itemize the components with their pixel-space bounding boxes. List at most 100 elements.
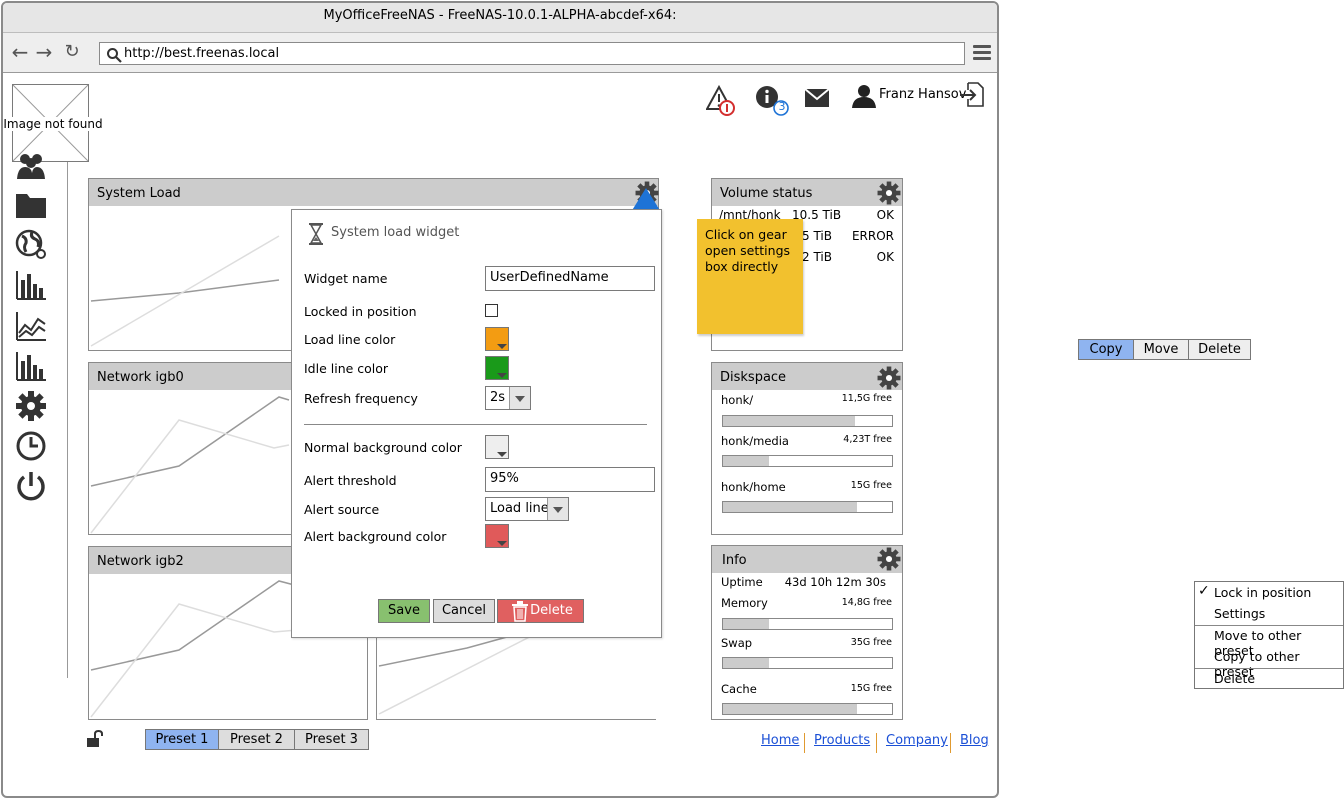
disk-usage-bar	[722, 455, 893, 467]
preset-tab-2[interactable]: Preset 2	[218, 729, 295, 750]
uptime-label: Uptime	[721, 575, 763, 589]
volume-size: 2 TiB	[802, 250, 832, 264]
footer-link-blog[interactable]: Blog	[960, 733, 989, 748]
swap-label: Swap	[721, 636, 753, 650]
stats-bar-chart-icon[interactable]	[14, 349, 48, 383]
delete-button-label: Delete	[530, 603, 573, 618]
cache-usage-bar	[722, 703, 893, 715]
diskspace-title: Diskspace	[712, 363, 902, 390]
folder-icon[interactable]	[14, 188, 48, 222]
widget-name-input[interactable]: UserDefinedName	[485, 266, 655, 291]
alert-source-select[interactable]: Load line	[485, 497, 569, 521]
memory-usage-bar	[722, 618, 893, 630]
cache-free: 15G free	[850, 683, 892, 694]
refresh-label: Refresh frequency	[304, 391, 418, 406]
volume-status: OK	[876, 250, 894, 264]
unlock-icon[interactable]	[86, 730, 106, 748]
system-load-title: System Load	[89, 179, 658, 206]
load-color-label: Load line color	[304, 332, 396, 347]
chevron-down-icon	[547, 498, 568, 520]
user-avatar-icon	[852, 85, 876, 108]
swap-free: 35G free	[850, 637, 892, 648]
preset-tab-3[interactable]: Preset 3	[294, 729, 369, 750]
sticky-note-line: open settings	[705, 243, 791, 258]
disk-name: honk/media	[721, 434, 789, 448]
info-gear-icon[interactable]	[876, 546, 902, 572]
menu-item-delete[interactable]: Delete	[1214, 671, 1255, 686]
disk-usage-bar	[722, 501, 893, 513]
cancel-button[interactable]: Cancel	[433, 599, 495, 623]
back-arrow-icon[interactable]: ←	[9, 41, 31, 63]
footer-separator	[804, 733, 805, 753]
widget-context-menu: ✓ Lock in position Settings Move to othe…	[1194, 581, 1344, 689]
footer-link-products[interactable]: Products	[814, 733, 870, 748]
logo-placeholder-text: Image not found	[3, 117, 103, 131]
disk-usage-bar	[722, 415, 893, 427]
disk-name: honk/	[721, 393, 754, 407]
volume-status-title: Volume status	[712, 179, 902, 206]
uptime-value: 43d 10h 12m 30s	[784, 575, 886, 589]
disk-free: 15G free	[850, 480, 892, 491]
locked-checkbox[interactable]	[485, 304, 498, 317]
trash-icon	[512, 601, 528, 622]
volume-status: ERROR	[851, 229, 894, 243]
refresh-select[interactable]: 2s	[485, 386, 531, 410]
delete-segment-button[interactable]: Delete	[1188, 339, 1251, 360]
locked-label: Locked in position	[304, 304, 417, 319]
window-title: MyOfficeFreeNAS - FreeNAS-10.0.1-ALPHA-a…	[3, 3, 997, 33]
alert-bg-color-picker[interactable]	[485, 524, 509, 548]
save-button[interactable]: Save	[378, 599, 430, 623]
disk-free: 11,5G free	[841, 393, 892, 404]
settings-gear-icon[interactable]	[14, 389, 48, 423]
menu-separator	[1195, 668, 1343, 669]
sticky-note: Click on gear open settings box directly	[697, 219, 803, 334]
volume-status-gear-icon[interactable]	[876, 180, 902, 206]
logout-icon[interactable]	[958, 81, 986, 109]
line-chart-icon[interactable]	[14, 309, 48, 343]
dialog-divider	[304, 424, 647, 425]
volume-size: 5 TiB	[802, 229, 832, 243]
sticky-note-line: box directly	[705, 259, 779, 274]
reload-icon[interactable]: ↻	[61, 41, 83, 63]
menu-separator	[1195, 625, 1343, 626]
normal-bg-color-picker[interactable]	[485, 435, 509, 459]
disk-free: 4,23T free	[843, 434, 892, 445]
hourglass-icon	[309, 223, 323, 245]
volume-status: OK	[876, 208, 894, 222]
footer-separator	[950, 733, 951, 753]
bar-chart-icon[interactable]	[14, 268, 48, 302]
footer-link-company[interactable]: Company	[886, 733, 948, 748]
refresh-value: 2s	[490, 390, 506, 405]
sidebar-divider	[67, 162, 68, 678]
info-widget: Info Uptime 43d 10h 12m 30s Memory 14,8G…	[711, 545, 903, 720]
move-button[interactable]: Move	[1133, 339, 1189, 360]
preset-tab-1[interactable]: Preset 1	[145, 729, 219, 750]
idle-color-label: Idle line color	[304, 361, 389, 376]
url-bar[interactable]: http://best.freenas.local	[99, 42, 965, 65]
users-icon[interactable]	[14, 149, 48, 183]
menu-item-lock-in-position[interactable]: Lock in position	[1214, 585, 1311, 600]
power-icon[interactable]	[14, 469, 48, 503]
alert-icon[interactable]	[706, 85, 736, 117]
footer-link-home[interactable]: Home	[761, 733, 799, 748]
globe-icon[interactable]	[14, 228, 48, 262]
copy-button[interactable]: Copy	[1078, 339, 1134, 360]
footer-separator	[876, 733, 877, 753]
hamburger-menu-icon[interactable]	[973, 45, 991, 61]
idle-color-picker[interactable]	[485, 356, 509, 380]
alert-source-label: Alert source	[304, 502, 380, 517]
load-color-picker[interactable]	[485, 327, 509, 351]
user-name[interactable]: Franz Hansov	[879, 87, 966, 102]
alert-threshold-input[interactable]: 95%	[485, 467, 655, 492]
alert-source-value: Load line	[490, 501, 549, 516]
clock-icon[interactable]	[14, 429, 48, 463]
search-icon	[107, 48, 122, 63]
normal-bg-label: Normal background color	[304, 440, 462, 455]
forward-arrow-icon[interactable]: →	[33, 41, 55, 63]
menu-item-settings[interactable]: Settings	[1214, 606, 1265, 621]
delete-button[interactable]: Delete	[497, 599, 584, 623]
sticky-note-line: Click on gear	[705, 227, 787, 242]
mail-icon[interactable]	[804, 88, 830, 108]
widget-settings-dialog: System load widget Widget name UserDefin…	[291, 209, 662, 638]
diskspace-gear-icon[interactable]	[876, 365, 902, 391]
